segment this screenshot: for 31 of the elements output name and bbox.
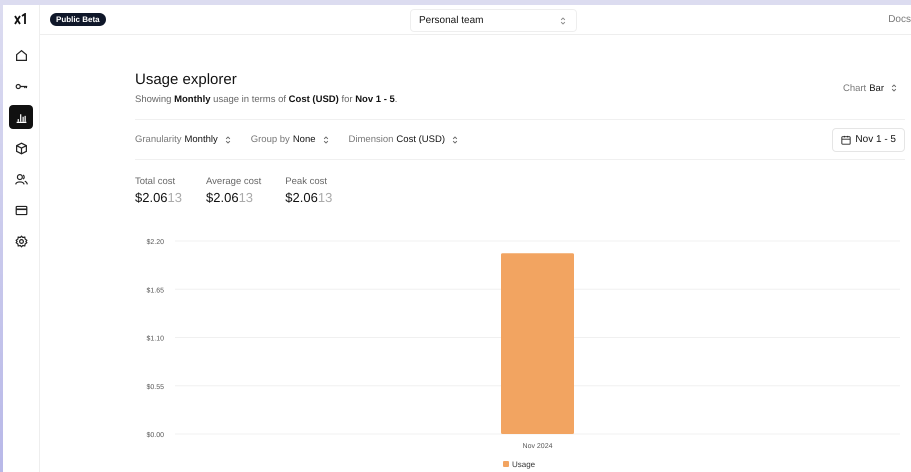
card-icon bbox=[14, 204, 28, 216]
stat-label: Average cost bbox=[206, 176, 262, 187]
chevron-updown-icon bbox=[224, 136, 231, 144]
users-icon bbox=[14, 172, 28, 186]
chevron-updown-icon bbox=[452, 136, 458, 144]
date-range-button[interactable]: Nov 1 - 5 bbox=[832, 128, 905, 152]
team-select[interactable]: Personal team bbox=[410, 9, 577, 32]
legend-label: Usage bbox=[512, 460, 536, 469]
chart-type-select[interactable]: Chart Bar bbox=[842, 82, 897, 94]
chevron-updown-icon bbox=[560, 16, 566, 24]
cube-icon bbox=[14, 142, 28, 154]
page-title: Usage explorer bbox=[135, 71, 238, 88]
stat-value: $2.0613 bbox=[206, 190, 254, 205]
home-icon bbox=[14, 48, 28, 62]
filter-select[interactable]: Granularity Monthly bbox=[135, 134, 231, 145]
stat-value: $2.0613 bbox=[135, 190, 182, 205]
filter-select[interactable]: Dimension Cost (USD) bbox=[348, 134, 458, 145]
stat-value: $2.0613 bbox=[285, 190, 332, 205]
stat-label: Total cost bbox=[135, 176, 176, 187]
chart-nav-button[interactable] bbox=[9, 105, 33, 129]
docs-link[interactable]: Docs bbox=[888, 14, 911, 25]
calendar-icon bbox=[841, 134, 852, 144]
legend-swatch bbox=[503, 461, 509, 467]
beta-badge: Public Beta bbox=[50, 13, 106, 26]
gear-icon bbox=[14, 234, 28, 248]
chevron-updown-icon bbox=[891, 84, 897, 92]
logo-icon bbox=[14, 13, 28, 25]
filter-select[interactable]: Group by None bbox=[250, 134, 329, 145]
stat-label: Peak cost bbox=[285, 176, 328, 187]
chevron-updown-icon bbox=[322, 136, 329, 144]
page-subtitle: Showing Monthly usage in terms of Cost (USD) for Nov 1 - 5. bbox=[135, 94, 398, 105]
